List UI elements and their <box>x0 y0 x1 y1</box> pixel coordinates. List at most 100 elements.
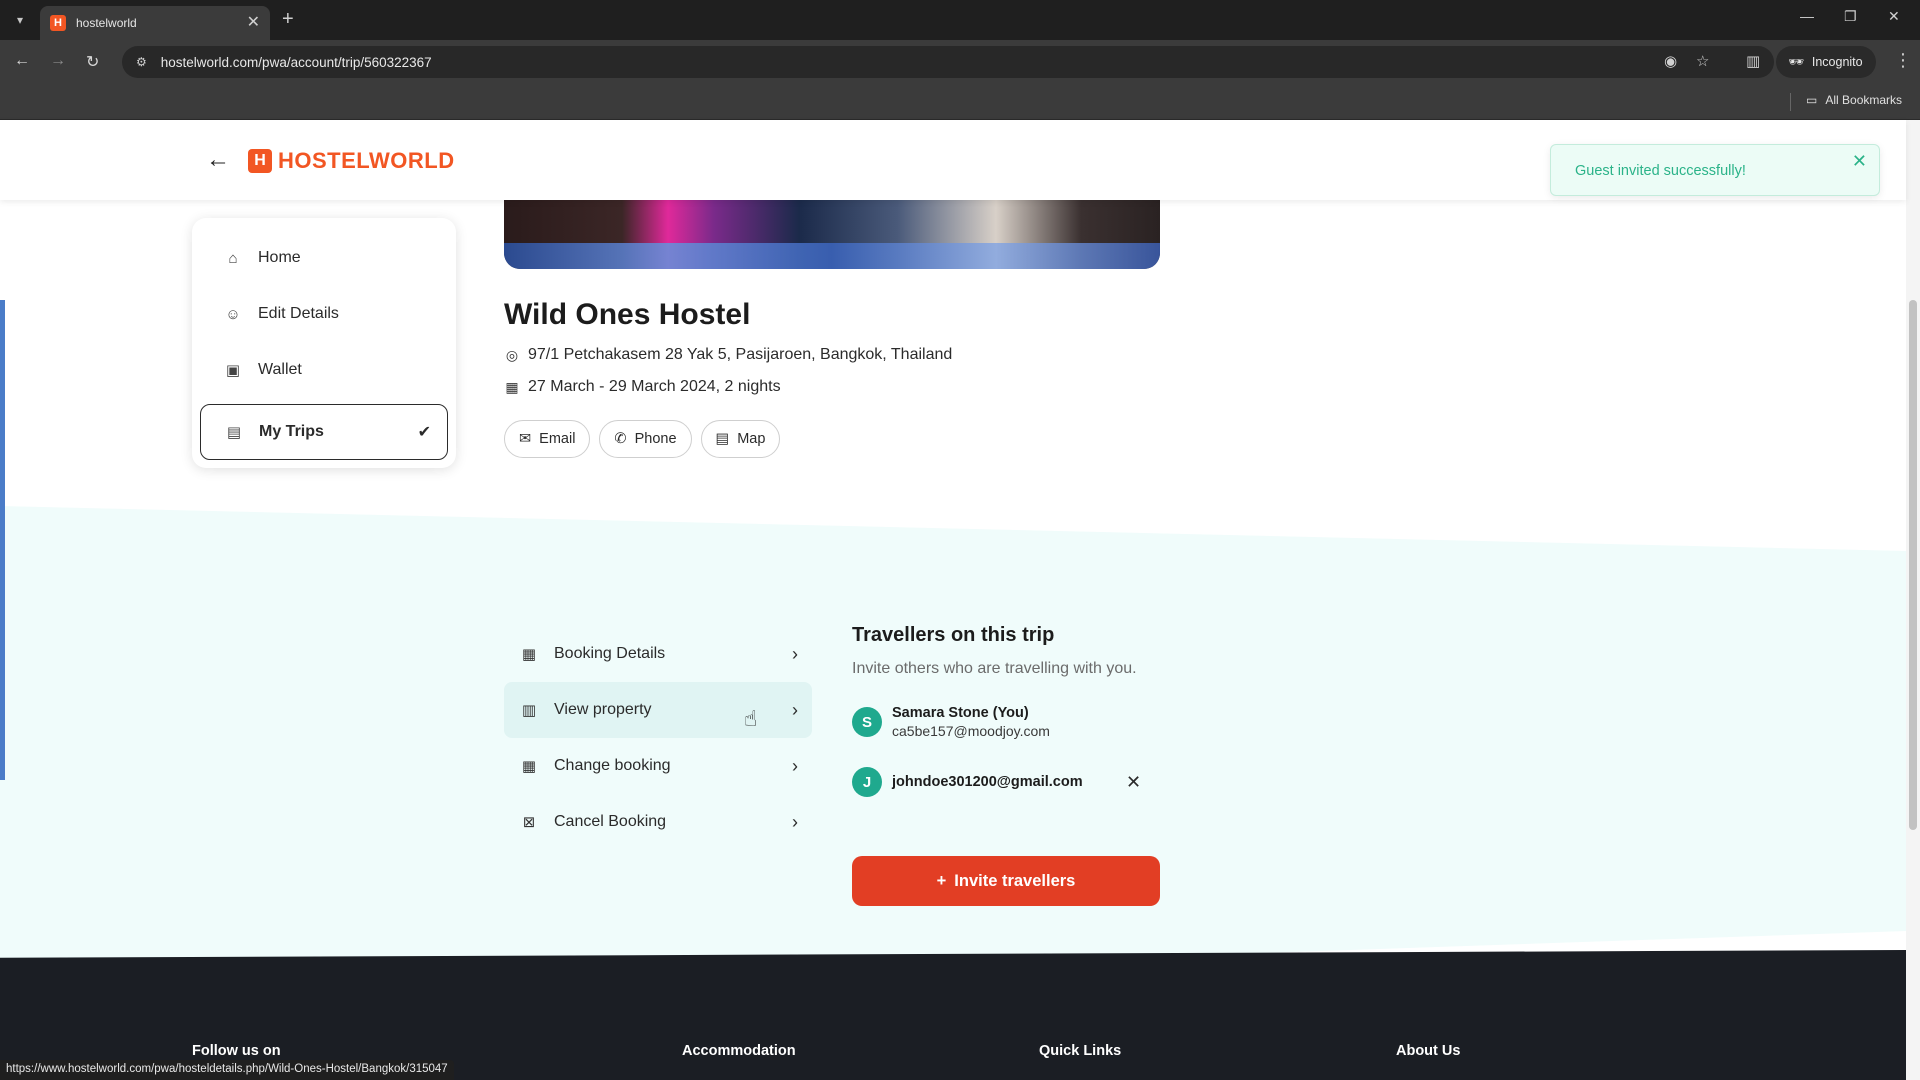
back-icon[interactable]: ← <box>14 52 30 70</box>
booking-details-link[interactable]: ▦ Booking Details › <box>504 626 812 682</box>
footer-heading-accommodation: Accommodation <box>682 1043 796 1059</box>
hostelworld-logo[interactable]: H HOSTELWORLD <box>248 148 455 174</box>
address-bar[interactable]: ⚙ hostelworld.com/pwa/account/trip/56032… <box>122 46 1774 78</box>
browser-menu-icon[interactable]: ⋮ <box>1894 50 1912 71</box>
phone-button[interactable]: ✆ Phone <box>599 420 692 458</box>
invite-label: Invite travellers <box>954 871 1076 890</box>
map-label: Map <box>737 431 766 447</box>
dates-text: 27 March - 29 March 2024, 2 nights <box>528 378 781 395</box>
logo-mark-icon: H <box>248 149 272 173</box>
calendar-x-icon: ⊠ <box>522 814 536 831</box>
remove-guest-icon[interactable]: ✕ <box>1126 772 1141 793</box>
map-icon: ▤ <box>715 431 730 447</box>
guest-row: J johndoe301200@gmail.com ✕ <box>852 767 1160 797</box>
tab-close-icon[interactable]: ✕ <box>247 15 260 31</box>
pool-area <box>504 243 1160 269</box>
travellers-panel: Travellers on this trip Invite others wh… <box>852 624 1160 797</box>
reload-icon[interactable]: ↻ <box>86 52 99 72</box>
email-button[interactable]: ✉ Email <box>504 420 591 458</box>
minimize-icon[interactable]: — <box>1800 8 1814 24</box>
toast-message: Guest invited successfully! <box>1575 163 1746 179</box>
browser-tab[interactable]: H hostelworld ✕ <box>40 6 270 40</box>
travellers-subtitle: Invite others who are travelling with yo… <box>852 660 1137 677</box>
sidebar-item-edit-details[interactable]: ☺ Edit Details <box>200 286 448 342</box>
forward-icon[interactable]: → <box>50 52 66 70</box>
success-toast: Guest invited successfully! ✕ <box>1550 144 1880 196</box>
chevron-right-icon: › <box>792 811 798 832</box>
toast-close-icon[interactable]: ✕ <box>1852 151 1867 172</box>
bookmarks-bar: ▭ All Bookmarks <box>0 84 1920 120</box>
sidebar-item-home[interactable]: ⌂ Home <box>200 230 448 286</box>
avatar: S <box>852 707 882 737</box>
incognito-badge[interactable]: 🕶 Incognito <box>1776 46 1876 78</box>
map-button[interactable]: ▤ Map <box>700 420 781 458</box>
trip-actions-list: ▦ Booking Details › ▥ View property › ▦ … <box>504 626 812 850</box>
folder-icon: ▭ <box>1806 93 1818 107</box>
sidebar-item-label: My Trips <box>259 423 324 440</box>
property-dates: ▦ 27 March - 29 March 2024, 2 nights <box>504 378 781 396</box>
property-name: Wild Ones Hostel <box>504 298 751 331</box>
sidebar-item-label: Home <box>258 249 301 266</box>
account-sidebar: ⌂ Home ☺ Edit Details ▣ Wallet ▤ My Trip… <box>192 218 456 468</box>
browser-toolbar: ← → ↻ ⚙ hostelworld.com/pwa/account/trip… <box>0 40 1920 84</box>
address-text: 97/1 Petchakasem 28 Yak 5, Pasijaroen, B… <box>528 346 953 363</box>
wallet-icon: ▣ <box>225 362 241 379</box>
calendar-edit-icon: ▦ <box>521 758 537 775</box>
incognito-icon: 🕶 <box>1788 54 1804 69</box>
plus-icon: + <box>936 871 947 890</box>
sidebar-item-label: Edit Details <box>258 305 339 322</box>
action-label: View property <box>554 701 652 718</box>
building-icon: ▥ <box>521 702 537 719</box>
accent-bar <box>0 300 5 780</box>
action-label: Cancel Booking <box>554 813 667 830</box>
avatar: J <box>852 767 882 797</box>
guest-row: S Samara Stone (You) ca5be157@moodjoy.co… <box>852 705 1160 739</box>
browser-tab-bar: ▾ H hostelworld ✕ + — ❐ ✕ <box>0 0 1920 40</box>
side-panel-icon[interactable]: ▥ <box>1746 52 1760 70</box>
sidebar-item-wallet[interactable]: ▣ Wallet <box>200 342 448 398</box>
sidebar-item-label: Wallet <box>258 361 302 378</box>
mail-icon: ✉ <box>519 431 532 447</box>
scrollbar-thumb[interactable] <box>1909 300 1917 830</box>
calendar-icon: ▦ <box>505 378 519 395</box>
pointer-cursor-icon: ☝ <box>744 706 758 731</box>
site-info-icon[interactable]: ⚙ <box>136 55 147 69</box>
back-arrow-icon[interactable]: ← <box>206 146 230 174</box>
restore-icon[interactable]: ❐ <box>1844 8 1857 25</box>
travellers-title: Travellers on this trip <box>852 624 1055 646</box>
home-icon: ⌂ <box>228 249 238 267</box>
cancel-booking-link[interactable]: ⊠ Cancel Booking › <box>504 794 812 850</box>
chevron-right-icon: › <box>792 643 798 664</box>
guest-email: ca5be157@moodjoy.com <box>892 723 1050 739</box>
chevron-right-icon: › <box>792 699 798 720</box>
property-photo <box>504 200 1160 269</box>
new-tab-icon[interactable]: + <box>282 8 294 30</box>
phone-label: Phone <box>634 431 677 447</box>
eye-off-icon[interactable]: ◉ <box>1664 52 1677 70</box>
logo-text: HOSTELWORLD <box>278 148 455 173</box>
url-text: hostelworld.com/pwa/account/trip/5603223… <box>160 54 432 70</box>
view-property-link[interactable]: ▥ View property › <box>504 682 812 738</box>
tab-title: hostelworld <box>76 16 137 30</box>
map-icon: ▤ <box>226 424 242 441</box>
guest-name: johndoe301200@gmail.com <box>892 774 1083 790</box>
action-label: Booking Details <box>554 645 666 662</box>
tab-search-icon[interactable]: ▾ <box>8 8 32 32</box>
footer-heading-about: About Us <box>1396 1043 1461 1059</box>
email-label: Email <box>539 431 576 447</box>
chevron-right-icon: › <box>792 755 798 776</box>
change-booking-link[interactable]: ▦ Change booking › <box>504 738 812 794</box>
bookmarks-divider <box>1790 93 1791 111</box>
location-pin-icon: ◎ <box>505 346 519 363</box>
hostelworld-favicon-icon: H <box>50 15 66 31</box>
close-window-icon[interactable]: ✕ <box>1888 8 1900 25</box>
sidebar-item-my-trips[interactable]: ▤ My Trips ✔ <box>200 404 448 460</box>
action-label: Change booking <box>554 757 671 774</box>
phone-icon: ✆ <box>614 431 627 447</box>
footer-heading-quick-links: Quick Links <box>1039 1043 1122 1059</box>
all-bookmarks-label: All Bookmarks <box>1825 93 1903 107</box>
bookmark-star-icon[interactable]: ☆ <box>1696 52 1709 70</box>
all-bookmarks-button[interactable]: ▭ All Bookmarks <box>1806 93 1902 107</box>
link-status-bar: https://www.hostelworld.com/pwa/hostelde… <box>0 1060 454 1080</box>
invite-travellers-button[interactable]: + Invite travellers <box>852 856 1160 906</box>
